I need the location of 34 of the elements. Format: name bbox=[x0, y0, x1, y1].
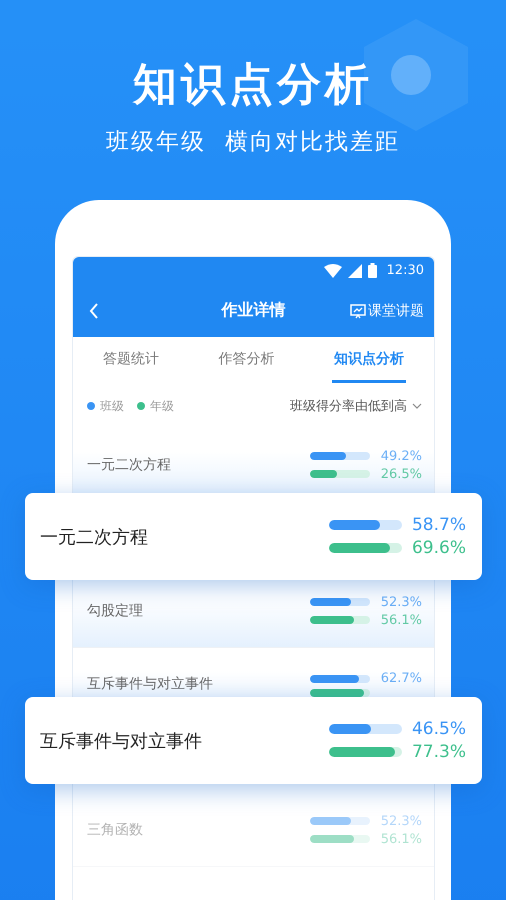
grade-rate: 77.3% bbox=[410, 742, 466, 762]
battery-icon bbox=[368, 263, 377, 278]
tab[interactable]: 作答分析 bbox=[216, 337, 276, 383]
chevron-down-icon bbox=[412, 403, 422, 409]
signal-icon bbox=[348, 264, 362, 278]
subheadline: 班级年级 横向对比找差距 bbox=[106, 128, 400, 157]
grade-rate: 69.6% bbox=[410, 538, 466, 558]
topic-name: 一元二次方程 bbox=[40, 526, 149, 548]
sort-dropdown[interactable]: 班级得分率由低到高 bbox=[290, 397, 422, 415]
topic-name: 三角函数 bbox=[87, 821, 144, 839]
grade-rate: 56.1% bbox=[380, 832, 422, 846]
class-rate: 52.3% bbox=[380, 814, 422, 828]
class-rate: 46.5% bbox=[410, 719, 466, 739]
legend-label: 年级 bbox=[150, 398, 174, 414]
lecture-button[interactable]: 课堂讲题 bbox=[350, 302, 424, 320]
grade-rate: 26.5% bbox=[380, 466, 422, 482]
status-time: 12:30 bbox=[386, 263, 424, 278]
topic-name: 勾股定理 bbox=[87, 602, 144, 620]
class-rate: 52.3% bbox=[380, 594, 422, 610]
class-rate: 58.7% bbox=[410, 515, 466, 535]
grade-rate: 56.1% bbox=[380, 612, 422, 628]
headline: 知识点分析 bbox=[133, 58, 373, 112]
tab[interactable]: 知识点分析 bbox=[332, 337, 406, 383]
topic-name: 一元二次方程 bbox=[87, 456, 172, 474]
class-rate: 49.2% bbox=[380, 448, 422, 464]
wifi-icon bbox=[324, 264, 342, 278]
screen-title: 作业详情 bbox=[222, 300, 286, 321]
class-rate: 62.7% bbox=[380, 671, 422, 686]
topic-name: 互斥事件与对立事件 bbox=[87, 675, 214, 693]
legend-label: 班级 bbox=[100, 398, 124, 414]
back-icon bbox=[89, 302, 99, 318]
topic-name: 互斥事件与对立事件 bbox=[40, 730, 203, 752]
presentation-icon bbox=[350, 302, 366, 318]
tab[interactable]: 答题统计 bbox=[100, 337, 161, 383]
